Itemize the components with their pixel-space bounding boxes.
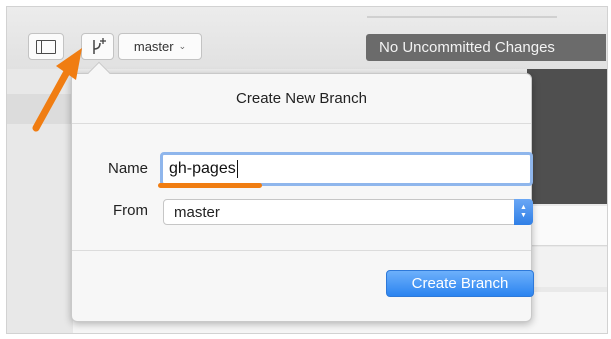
branch-name-input[interactable]: gh-pages (160, 152, 533, 186)
status-badge: No Uncommitted Changes (366, 34, 606, 61)
branch-name-value: gh-pages (169, 160, 236, 177)
text-caret (236, 160, 238, 178)
divider (72, 123, 531, 124)
title-strip (367, 16, 557, 18)
content-header (527, 69, 607, 204)
create-branch-button[interactable]: Create Branch (386, 270, 534, 297)
annotation-arrow-icon (32, 48, 82, 132)
new-branch-icon (92, 37, 106, 54)
select-stepper-icon: ▲ ▼ (514, 199, 533, 225)
popover-title: Create New Branch (236, 90, 367, 107)
create-branch-label: Create Branch (411, 275, 509, 292)
list-item[interactable] (527, 206, 607, 246)
branch-selector-value: master (133, 39, 174, 54)
from-label: From (113, 202, 148, 219)
list-item[interactable] (527, 247, 607, 287)
chevron-down-icon: ⌄ (178, 41, 187, 51)
branch-selector[interactable]: master ⌄ (118, 33, 202, 60)
create-branch-popover: Create New Branch Name gh-pages From mas… (71, 61, 534, 322)
annotation-underline (158, 183, 262, 188)
from-branch-value: master (174, 203, 220, 221)
status-text: No Uncommitted Changes (379, 39, 555, 56)
from-branch-select[interactable]: master ▲ ▼ (163, 199, 533, 225)
divider (72, 250, 531, 251)
toolbar: master ⌄ No Uncommitted Changes (7, 7, 607, 69)
name-label: Name (107, 160, 148, 177)
app-window: master ⌄ No Uncommitted Changes Create N… (6, 6, 608, 334)
